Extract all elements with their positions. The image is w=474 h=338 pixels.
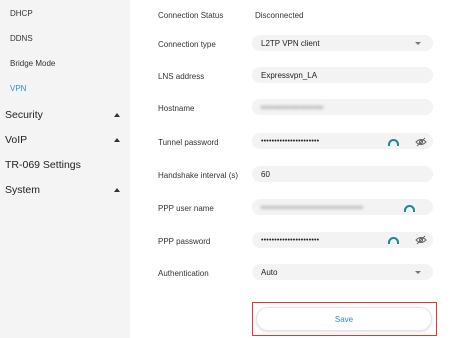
sidebar-item-label: VoIP bbox=[5, 134, 28, 146]
sidebar-item-voip[interactable]: VoIP bbox=[5, 134, 123, 146]
connection-type-value: L2TP VPN client bbox=[261, 38, 320, 48]
sidebar-item-label: TR-069 Settings bbox=[5, 159, 81, 171]
chevron-down-icon bbox=[415, 271, 421, 274]
hostname-input[interactable]: ••••••••••••••••••• bbox=[252, 99, 433, 115]
tunnel-password-label: Tunnel password bbox=[158, 138, 219, 147]
connection-status-label: Connection Status bbox=[158, 11, 224, 20]
handshake-interval-label: Handshake interval (s) bbox=[158, 171, 239, 180]
sidebar-item-ddns[interactable]: DDNS bbox=[10, 34, 33, 43]
tunnel-password-value: •••••••••••••••••••••• bbox=[261, 137, 320, 145]
connection-status-value: Disconnected bbox=[255, 11, 304, 20]
ppp-password-label: PPP password bbox=[158, 237, 211, 246]
chevron-down-icon bbox=[415, 42, 421, 45]
hostname-label: Hostname bbox=[158, 104, 195, 113]
save-highlight-box: Save bbox=[252, 302, 437, 336]
password-manager-icon[interactable] bbox=[404, 205, 415, 212]
sidebar-item-label: System bbox=[5, 184, 41, 196]
hostname-value: ••••••••••••••••••• bbox=[261, 102, 324, 112]
connection-type-select[interactable]: L2TP VPN client bbox=[252, 35, 433, 51]
save-button[interactable]: Save bbox=[256, 307, 432, 331]
lns-address-input[interactable]: Expressvpn_LA bbox=[252, 67, 433, 83]
eye-slash-icon[interactable] bbox=[415, 235, 427, 245]
sidebar-item-dhcp[interactable]: DHCP bbox=[10, 9, 33, 18]
handshake-interval-value: 60 bbox=[261, 169, 270, 179]
ppp-password-input[interactable]: •••••••••••••••••••••• bbox=[252, 232, 433, 248]
handshake-interval-input[interactable]: 60 bbox=[252, 166, 433, 182]
ppp-password-value: •••••••••••••••••••••• bbox=[261, 236, 320, 244]
sidebar-item-label: Security bbox=[5, 109, 43, 121]
authentication-value: Auto bbox=[261, 267, 278, 277]
chevron-up-icon bbox=[114, 138, 120, 142]
lns-address-label: LNS address bbox=[158, 72, 205, 81]
sidebar-item-security[interactable]: Security bbox=[5, 109, 123, 121]
sidebar: DHCP DDNS Bridge Mode VPN Security VoIP … bbox=[0, 0, 130, 338]
connection-type-label: Connection type bbox=[158, 40, 216, 49]
sidebar-item-bridge-mode[interactable]: Bridge Mode bbox=[10, 59, 55, 68]
tunnel-password-input[interactable]: •••••••••••••••••••••• bbox=[252, 133, 433, 149]
ppp-user-name-value: ••••••••••••••••••••••••••••••• bbox=[261, 202, 364, 212]
ppp-user-name-label: PPP user name bbox=[158, 204, 214, 213]
sidebar-item-tr069-settings[interactable]: TR-069 Settings bbox=[5, 159, 123, 171]
authentication-label: Authentication bbox=[158, 269, 209, 278]
password-manager-icon[interactable] bbox=[388, 139, 399, 146]
authentication-select[interactable]: Auto bbox=[252, 264, 433, 280]
sidebar-item-system[interactable]: System bbox=[5, 184, 123, 196]
password-manager-icon[interactable] bbox=[388, 237, 399, 244]
eye-slash-icon[interactable] bbox=[415, 137, 427, 147]
lns-address-value: Expressvpn_LA bbox=[261, 70, 318, 80]
sidebar-item-vpn[interactable]: VPN bbox=[10, 84, 26, 93]
chevron-up-icon bbox=[114, 113, 120, 117]
chevron-up-icon bbox=[114, 188, 120, 192]
